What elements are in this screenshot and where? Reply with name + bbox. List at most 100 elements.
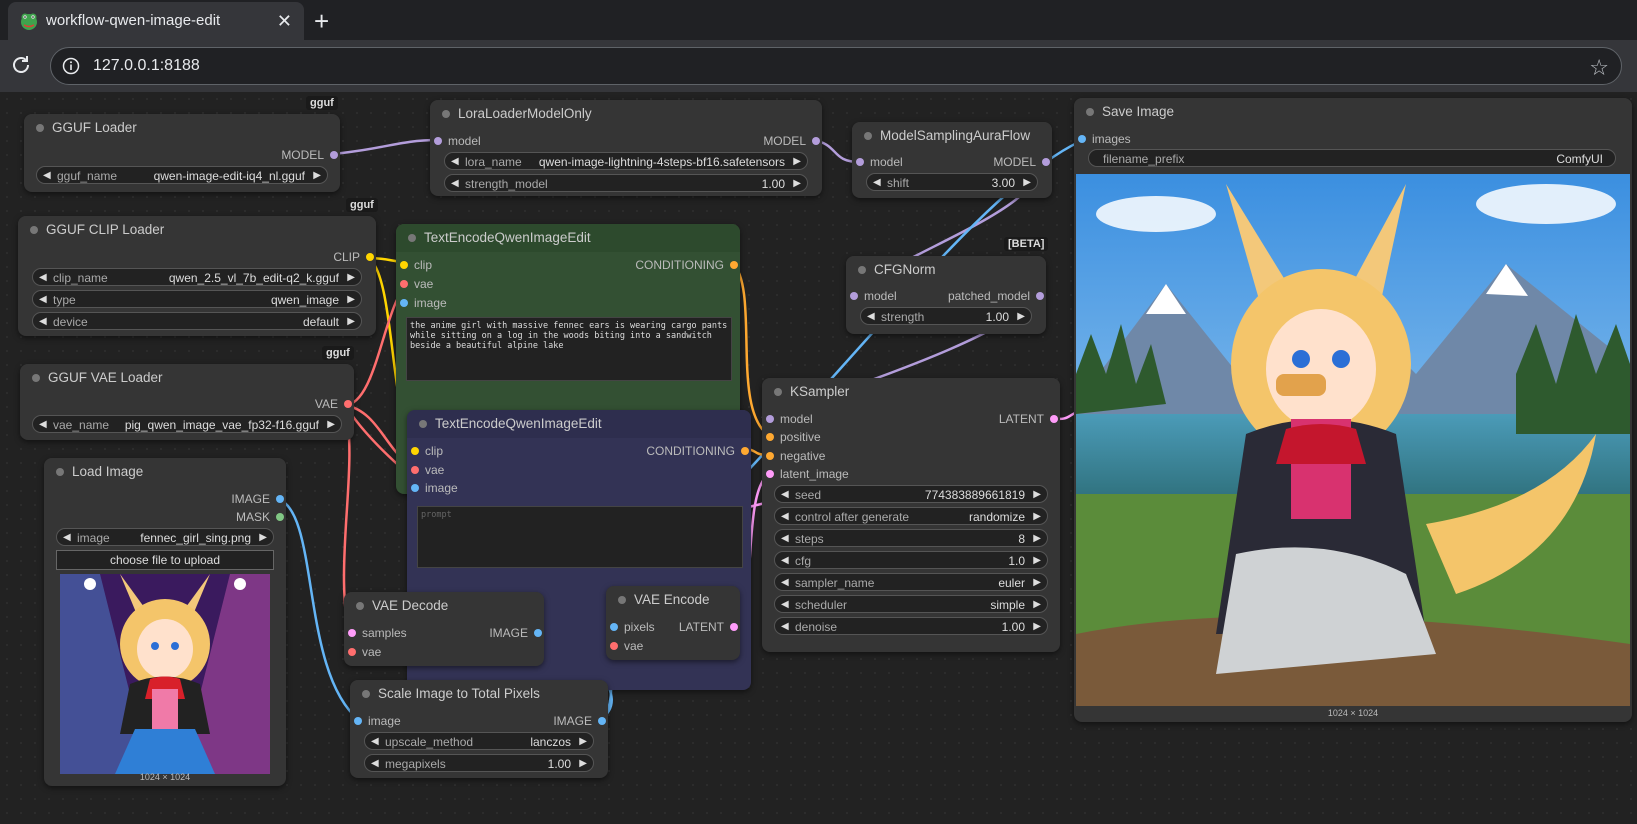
output-model[interactable]: MODEL: [140, 146, 340, 164]
input-slot-dot[interactable]: [354, 717, 362, 725]
widget-steps[interactable]: ◀ steps 8 ▶: [774, 529, 1048, 547]
arrow-right-icon[interactable]: ▶: [579, 755, 587, 773]
input-slot-dot[interactable]: [434, 137, 442, 145]
node-title[interactable]: KSampler: [762, 378, 1060, 406]
output-slot-dot[interactable]: [276, 495, 284, 503]
arrow-right-icon[interactable]: ▶: [347, 313, 355, 331]
arrow-right-icon[interactable]: ▶: [793, 153, 801, 171]
input-model[interactable]: model: [762, 410, 882, 428]
arrow-left-icon[interactable]: ◀: [39, 416, 47, 434]
output-slot-dot[interactable]: [730, 261, 738, 269]
arrow-left-icon[interactable]: ◀: [781, 530, 789, 548]
widget-cfg[interactable]: ◀ cfg 1.0 ▶: [774, 551, 1048, 569]
input-slot-dot[interactable]: [610, 642, 618, 650]
output-image[interactable]: IMAGE: [508, 712, 608, 730]
arrow-left-icon[interactable]: ◀: [781, 486, 789, 504]
input-image[interactable]: image: [407, 479, 507, 497]
output-slot-dot[interactable]: [534, 629, 542, 637]
arrow-right-icon[interactable]: ▶: [327, 416, 335, 434]
arrow-right-icon[interactable]: ▶: [1033, 618, 1041, 636]
widget-megapixels[interactable]: ◀ megapixels 1.00 ▶: [364, 754, 594, 772]
arrow-right-icon[interactable]: ▶: [793, 175, 801, 193]
arrow-right-icon[interactable]: ▶: [259, 529, 267, 547]
widget-image[interactable]: ◀ image fennec_girl_sing.png ▶: [56, 528, 274, 546]
arrow-right-icon[interactable]: ▶: [1017, 308, 1025, 326]
node-model-sampling-auraflow[interactable]: ModelSamplingAuraFlow model MODEL ◀ shift…: [852, 122, 1052, 198]
arrow-left-icon[interactable]: ◀: [371, 733, 379, 751]
widget-shift[interactable]: ◀ shift 3.00 ▶: [866, 173, 1038, 191]
output-conditioning[interactable]: CONDITIONING: [591, 442, 751, 460]
input-slot-dot[interactable]: [400, 280, 408, 288]
node-title[interactable]: GGUF VAE Loader: [20, 364, 354, 392]
node-title[interactable]: Scale Image to Total Pixels: [350, 680, 608, 708]
arrow-left-icon[interactable]: ◀: [781, 596, 789, 614]
arrow-left-icon[interactable]: ◀: [371, 755, 379, 773]
input-clip[interactable]: clip: [396, 256, 496, 274]
output-image[interactable]: IMAGE: [186, 490, 286, 508]
input-slot-dot[interactable]: [766, 415, 774, 423]
node-title[interactable]: TextEncodeQwenImageEdit: [396, 224, 740, 252]
node-vae-decode[interactable]: VAE Decode samples IMAGE vae: [344, 592, 544, 666]
widget-upscale-method[interactable]: ◀ upscale_method lanczos ▶: [364, 732, 594, 750]
arrow-right-icon[interactable]: ▶: [1023, 174, 1031, 192]
widget-strength-model[interactable]: ◀ strength_model 1.00 ▶: [444, 174, 808, 192]
browser-tab[interactable]: workflow-qwen-image-edit ✕: [8, 2, 304, 40]
node-vae-encode[interactable]: VAE Encode pixels LATENT vae: [606, 586, 740, 660]
node-title[interactable]: CFGNorm: [846, 256, 1046, 284]
input-vae[interactable]: vae: [344, 643, 434, 661]
arrow-right-icon[interactable]: ▶: [1033, 574, 1041, 592]
node-gguf-clip-loader[interactable]: GGUF CLIP Loader CLIP ◀ clip_name qwen_2.5…: [18, 216, 376, 336]
close-tab-icon[interactable]: ✕: [277, 11, 292, 32]
output-mask[interactable]: MASK: [186, 508, 286, 526]
node-title[interactable]: Load Image: [44, 458, 286, 486]
input-slot-dot[interactable]: [610, 623, 618, 631]
node-cfgnorm[interactable]: CFGNorm model patched_model ◀ strength 1.0…: [846, 256, 1046, 334]
input-slot-dot[interactable]: [766, 452, 774, 460]
output-conditioning[interactable]: CONDITIONING: [580, 256, 740, 274]
input-positive[interactable]: positive: [762, 428, 882, 446]
url-text[interactable]: 127.0.0.1:8188: [93, 57, 200, 75]
node-title[interactable]: TextEncodeQwenImageEdit: [407, 410, 751, 438]
output-slot-dot[interactable]: [812, 137, 820, 145]
output-latent[interactable]: LATENT: [960, 410, 1060, 428]
node-title[interactable]: GGUF CLIP Loader: [18, 216, 376, 244]
arrow-right-icon[interactable]: ▶: [1033, 508, 1041, 526]
input-slot-dot[interactable]: [411, 466, 419, 474]
arrow-right-icon[interactable]: ▶: [313, 167, 321, 185]
output-vae[interactable]: VAE: [254, 395, 354, 413]
arrow-left-icon[interactable]: ◀: [781, 552, 789, 570]
output-model[interactable]: MODEL: [672, 132, 822, 150]
output-slot-dot[interactable]: [344, 400, 352, 408]
input-vae[interactable]: vae: [407, 461, 507, 479]
widget-sampler-name[interactable]: ◀ sampler_name euler ▶: [774, 573, 1048, 591]
input-image[interactable]: image: [396, 294, 496, 312]
output-slot-dot[interactable]: [741, 447, 749, 455]
arrow-left-icon[interactable]: ◀: [43, 167, 51, 185]
widget-control-after-generate[interactable]: ◀ control after generate randomize ▶: [774, 507, 1048, 525]
widget-seed[interactable]: ◀ seed 774383889661819 ▶: [774, 485, 1048, 503]
node-gguf-loader[interactable]: GGUF Loader MODEL ◀ gguf_name qwen-image-e…: [24, 114, 340, 192]
input-model[interactable]: model: [846, 287, 926, 305]
output-patched-model[interactable]: patched_model: [936, 287, 1046, 305]
input-vae[interactable]: vae: [396, 275, 496, 293]
node-title[interactable]: ModelSamplingAuraFlow: [852, 122, 1052, 150]
arrow-right-icon[interactable]: ▶: [347, 269, 355, 287]
arrow-right-icon[interactable]: ▶: [1033, 596, 1041, 614]
widget-device[interactable]: ◀ device default ▶: [32, 312, 362, 330]
input-image[interactable]: image: [350, 712, 450, 730]
input-clip[interactable]: clip: [407, 442, 507, 460]
input-slot-dot[interactable]: [856, 158, 864, 166]
output-slot-dot[interactable]: [730, 623, 738, 631]
input-slot-dot[interactable]: [1078, 135, 1086, 143]
workflow-canvas[interactable]: gguf gguf gguf [BETA] GGUF Loader MODEL …: [0, 92, 1637, 824]
input-slot-dot[interactable]: [400, 299, 408, 307]
node-title[interactable]: Save Image: [1074, 98, 1632, 126]
node-title[interactable]: VAE Encode: [606, 586, 740, 614]
input-images[interactable]: images: [1074, 130, 1194, 148]
output-slot-dot[interactable]: [276, 513, 284, 521]
input-pixels[interactable]: pixels: [606, 618, 676, 636]
node-ksampler[interactable]: KSampler model LATENT positive negative …: [762, 378, 1060, 652]
input-slot-dot[interactable]: [766, 433, 774, 441]
arrow-left-icon[interactable]: ◀: [867, 308, 875, 326]
node-gguf-vae-loader[interactable]: GGUF VAE Loader VAE ◀ vae_name pig_qwen_im…: [20, 364, 354, 440]
